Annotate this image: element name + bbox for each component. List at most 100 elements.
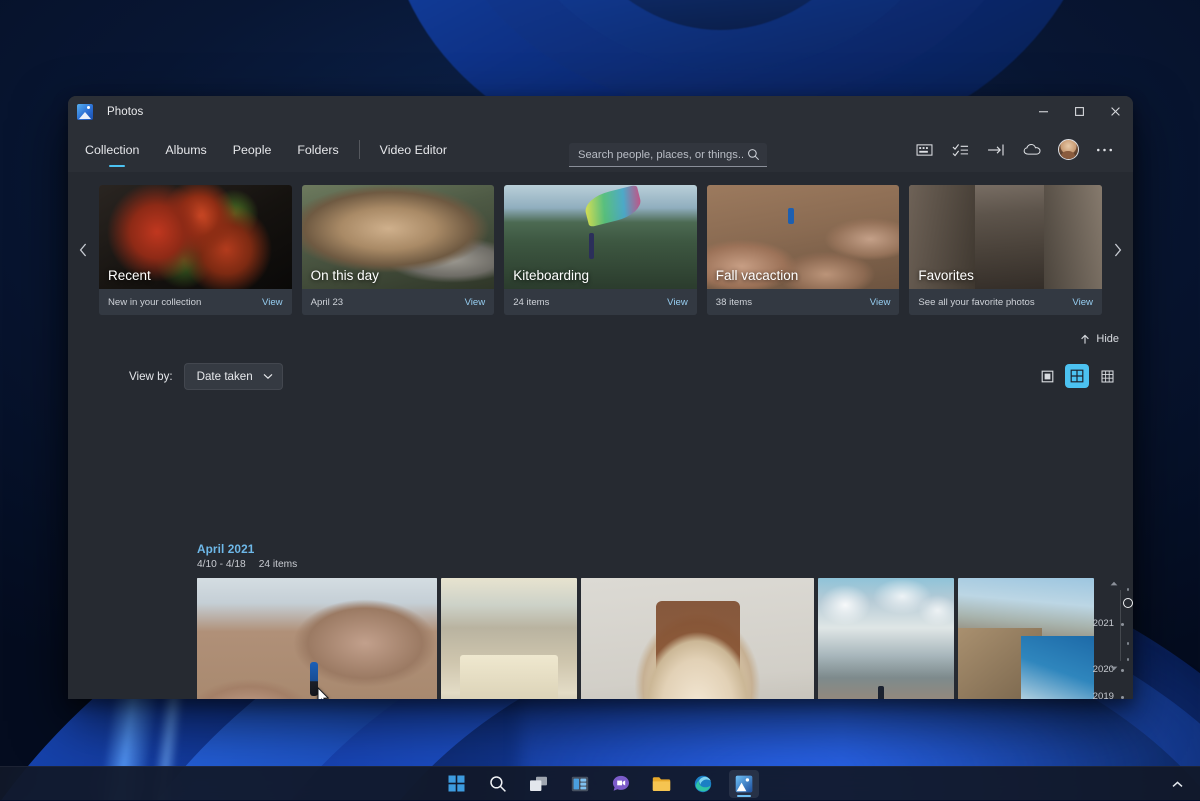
card-view-link[interactable]: View [1072,297,1093,308]
card-thumbnail: Recent [99,185,292,289]
nav-toolbar [909,135,1119,165]
windows-taskbar [0,766,1200,800]
select-list-icon[interactable] [945,135,975,165]
close-button[interactable] [1097,96,1133,127]
timeline-scroll-down-arrow[interactable] [1094,661,1133,675]
hide-label: Hide [1096,333,1119,345]
viewby-label: View by: [129,370,173,383]
tab-collection[interactable]: Collection [82,127,152,172]
viewby-dropdown[interactable]: Date taken [184,363,283,390]
maximize-button[interactable] [1061,96,1097,127]
card-subtitle: April 23 [311,297,344,308]
tab-label: Video Editor [380,143,447,157]
photos-taskbar-button[interactable] [729,770,759,798]
file-explorer-button[interactable] [647,770,677,798]
window-titlebar[interactable]: Photos [68,96,1133,127]
carousel-prev-button[interactable] [68,243,99,257]
avatar [1058,139,1079,160]
photos-app-icon [77,104,93,120]
photo-art [958,578,1094,699]
card-title: Fall vacaction [716,268,799,283]
tab-label: People [233,143,272,157]
photo-dog-on-chair[interactable] [581,578,815,699]
window-content: Recent New in your collection View On th… [68,172,1133,699]
photo-art [818,578,954,699]
slideshow-icon[interactable] [981,135,1011,165]
chevron-up-icon [1080,334,1090,345]
carousel-card-on-this-day[interactable]: On this day April 23 View [302,185,495,315]
photo-art [197,578,437,699]
card-footer: See all your favorite photos View [909,289,1102,315]
card-title: Kiteboarding [513,268,589,283]
search-taskbar-button[interactable] [483,770,513,798]
photo-grid-row [197,578,1094,699]
tab-label: Collection [85,143,139,157]
timeline-track [1120,590,1121,661]
card-view-link[interactable]: View [262,297,283,308]
card-title: Favorites [918,268,974,283]
tab-video-editor[interactable]: Video Editor [367,127,460,172]
photo-paris-rooftops[interactable] [441,578,577,699]
timeline-tick [1121,623,1124,626]
hide-carousel-button[interactable]: Hide [1080,333,1119,345]
view-mode-grid-medium[interactable] [1065,364,1089,388]
widgets-button[interactable] [565,770,595,798]
minimize-button[interactable] [1025,96,1061,127]
card-subtitle: See all your favorite photos [918,297,1034,308]
card-title: Recent [108,268,151,283]
viewby-selected-value: Date taken [197,370,253,383]
timeline-year-label: 2019 [1093,691,1114,699]
onedrive-cloud-icon[interactable] [1017,135,1047,165]
view-mode-group [1035,364,1119,388]
more-options-icon[interactable] [1089,135,1119,165]
task-view-button[interactable] [524,770,554,798]
app-navigation-bar: Collection Albums People Folders Video E… [68,127,1133,172]
timeline-year-label: 2021 [1093,618,1114,630]
carousel-cards: Recent New in your collection View On th… [99,185,1102,315]
card-view-link[interactable]: View [870,297,891,308]
card-thumbnail: Kiteboarding [504,185,697,289]
tab-folders[interactable]: Folders [284,127,351,172]
carousel-next-button[interactable] [1102,243,1133,257]
tab-people[interactable]: People [220,127,285,172]
view-mode-single[interactable] [1035,364,1059,388]
photo-grid-area [197,482,1094,699]
card-subtitle: New in your collection [108,297,201,308]
account-avatar[interactable] [1053,135,1083,165]
year-timeline-scrollbar[interactable]: 2021 2020 2019 2018 2017 [1094,468,1133,699]
edge-browser-button[interactable] [688,770,718,798]
card-footer: 24 items View [504,289,697,315]
tab-albums[interactable]: Albums [152,127,219,172]
card-footer: New in your collection View [99,289,292,315]
timeline-thumb[interactable] [1123,598,1133,608]
carousel-card-fall-vacaction[interactable]: Fall vacaction 38 items View [707,185,900,315]
card-subtitle: 38 items [716,297,752,308]
card-view-link[interactable]: View [465,297,486,308]
tab-label: Folders [297,143,338,157]
view-mode-grid-small[interactable] [1095,364,1119,388]
card-footer: April 23 View [302,289,495,315]
carousel-card-favorites[interactable]: Favorites See all your favorite photos V… [909,185,1102,315]
start-button[interactable] [442,770,472,798]
chat-teams-button[interactable] [606,770,636,798]
timeline-minor-tick [1127,642,1130,645]
import-icon[interactable] [909,135,939,165]
photo-rocky-shore-clouds[interactable] [818,578,954,699]
system-tray [1162,767,1192,801]
photo-coastal-cliff[interactable] [958,578,1094,699]
search-input[interactable] [569,143,767,167]
card-title: On this day [311,268,379,283]
photo-grid [197,578,1094,699]
card-view-link[interactable]: View [667,297,688,308]
nav-tabs: Collection Albums People Folders Video E… [82,127,460,172]
photo-joshua-tree-hiker[interactable] [197,578,437,699]
show-hidden-icons-chevron[interactable] [1162,770,1192,798]
carousel-card-kiteboarding[interactable]: Kiteboarding 24 items View [504,185,697,315]
photo-art [581,578,815,699]
card-footer: 38 items View [707,289,900,315]
photos-app-window: Photos Collection Albums People [68,96,1133,699]
search-container [569,143,767,167]
window-controls [1025,96,1133,127]
carousel-card-recent[interactable]: Recent New in your collection View [99,185,292,315]
nav-divider [359,140,360,159]
